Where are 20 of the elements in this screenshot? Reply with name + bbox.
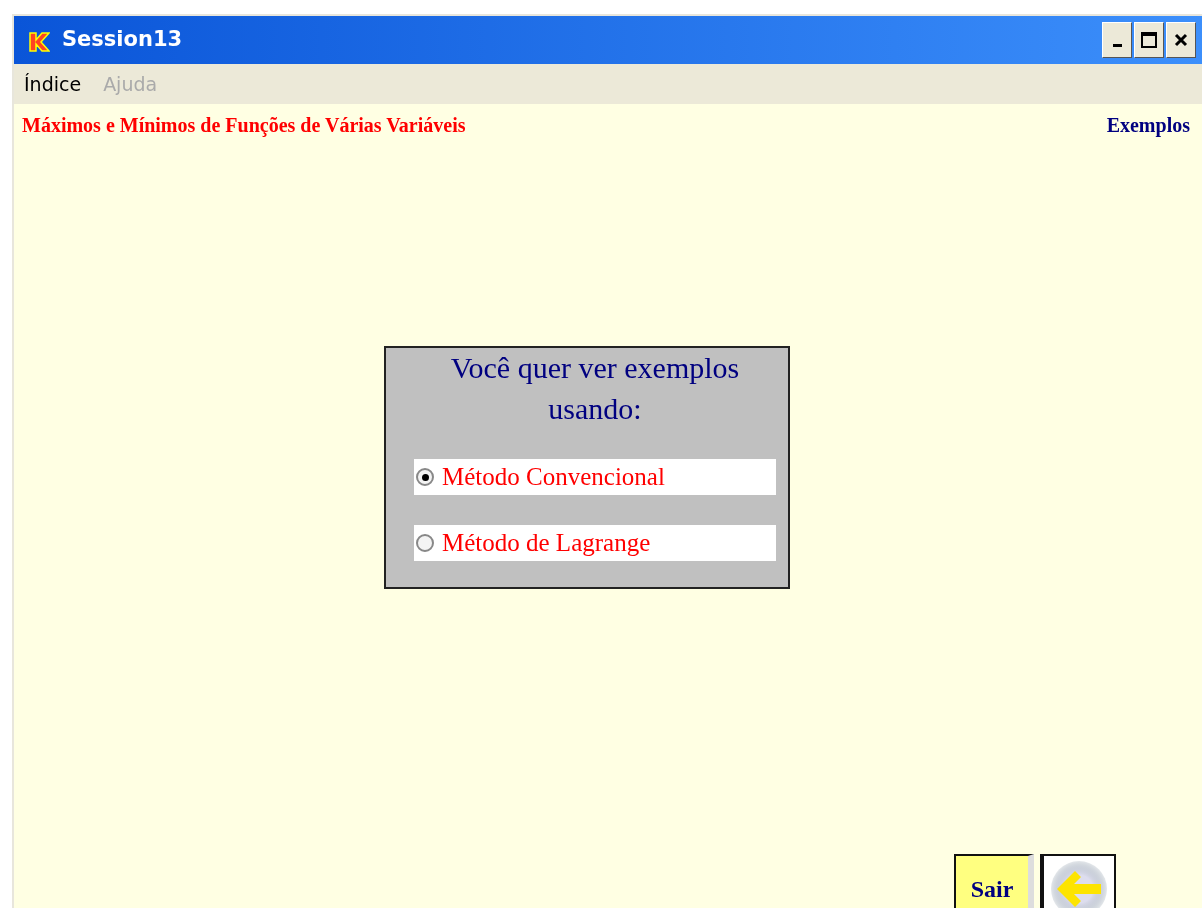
question-text: Você quer ver exemplos usando: — [449, 350, 741, 427]
exit-button[interactable]: Sair — [954, 854, 1034, 908]
close-icon — [1173, 32, 1189, 48]
maximize-button[interactable] — [1134, 22, 1164, 58]
close-button[interactable] — [1166, 22, 1196, 58]
option-label: Método Convencional — [442, 462, 665, 493]
arrow-left-icon — [1049, 859, 1109, 908]
menu-item[interactable]: Índice — [24, 69, 82, 99]
radio-option[interactable]: Método Convencional — [414, 459, 776, 495]
section-label: Exemplos — [1106, 113, 1190, 139]
maximize-icon — [1140, 31, 1158, 49]
minimize-button[interactable] — [1102, 22, 1132, 58]
minimize-icon — [1112, 43, 1122, 47]
page-title: Máximos e Mínimos de Funções de Várias Variáveis — [22, 113, 466, 139]
radio-button[interactable] — [416, 468, 434, 486]
radio-option[interactable]: Método de Lagrange — [414, 525, 776, 561]
option-label: Método de Lagrange — [442, 528, 651, 559]
radio-button[interactable] — [416, 534, 434, 552]
back-button[interactable] — [1040, 854, 1116, 908]
window-title: Session13 — [62, 26, 184, 54]
